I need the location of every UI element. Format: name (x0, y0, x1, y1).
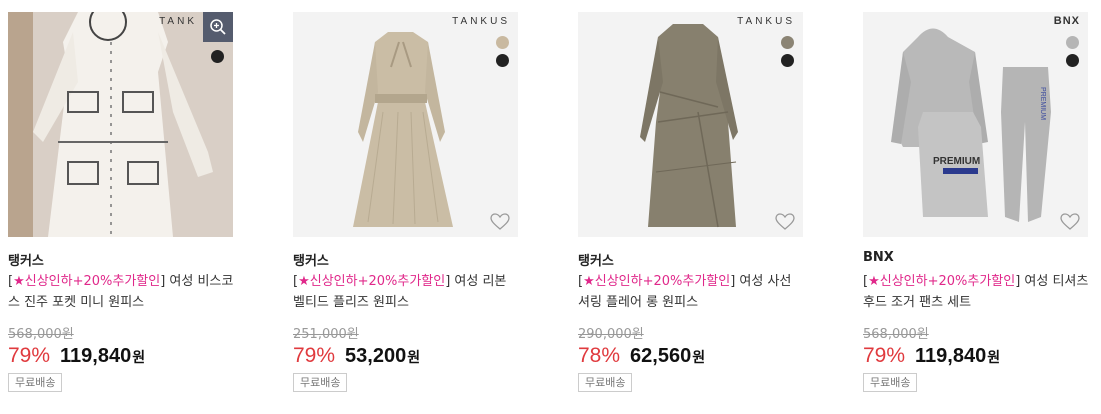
discount-rate: 79% (293, 344, 336, 367)
currency-unit: 원 (407, 350, 421, 366)
product-photo: PREMIUM PREMIUM (863, 12, 1088, 237)
color-swatch-black[interactable] (211, 50, 224, 63)
product-title[interactable]: [★신상인하+20%추가할인] 여성 리본 벨티드 플리즈 원피스 (293, 271, 521, 313)
brand-name[interactable]: 탱커스 (293, 250, 518, 269)
heart-icon[interactable] (1060, 213, 1080, 231)
sale-price: 119,840 (60, 345, 132, 367)
brand-logo: BNX (1053, 15, 1080, 27)
currency-unit: 원 (987, 350, 1001, 366)
product-card[interactable]: TANKUS 탱커스 [★신상인하+20%추가할인] 여성 리본 벨티드 플리즈… (293, 12, 518, 392)
product-title[interactable]: [★신상인하+20%추가할인] 여성 비스코스 진주 포켓 미니 원피스 (8, 271, 236, 313)
promo-tag: ★신상인하+20%추가할인 (583, 274, 731, 289)
product-image[interactable]: TANKUS (293, 12, 518, 237)
heart-icon[interactable] (490, 213, 510, 231)
price-row: 78% 62,560 원 (578, 344, 803, 370)
svg-text:PREMIUM: PREMIUM (933, 156, 980, 167)
free-shipping-badge: 무료배송 (863, 373, 918, 392)
original-price: 251,000원 (293, 327, 359, 342)
product-title[interactable]: [★신상인하+20%추가할인] 여성 티셔츠 후드 조거 팬츠 세트 (863, 271, 1091, 313)
brand-name[interactable]: 탱커스 (8, 250, 233, 269)
discount-rate: 79% (863, 344, 906, 367)
svg-text:PREMIUM: PREMIUM (1039, 87, 1046, 120)
price-row: 79% 119,840 원 (8, 344, 233, 370)
product-image[interactable]: PREMIUM PREMIUM BNX (863, 12, 1088, 237)
brand-logo: TANKUS (737, 16, 795, 27)
heart-icon[interactable] (775, 213, 795, 231)
promo-tag: ★신상인하+20%추가할인 (13, 274, 161, 289)
product-image[interactable]: TANK (8, 12, 233, 237)
color-swatch-black[interactable] (496, 54, 509, 67)
brand-name[interactable]: 탱커스 (578, 250, 803, 269)
color-swatches (1066, 36, 1079, 72)
color-swatch-black[interactable] (1066, 54, 1079, 67)
product-card[interactable]: TANK 탱커스 [★신상인하+20%추가할인] 여성 비스코스 진주 포켓 미… (8, 12, 233, 392)
currency-unit: 원 (692, 350, 706, 366)
color-swatches (781, 36, 794, 72)
discount-rate: 79% (8, 344, 51, 367)
zoom-icon[interactable] (203, 12, 233, 42)
sale-price: 119,840 (915, 345, 987, 367)
original-price: 568,000원 (8, 327, 74, 342)
free-shipping-badge: 무료배송 (293, 373, 348, 392)
product-photo (578, 12, 803, 237)
sale-price: 53,200 (345, 345, 407, 367)
free-shipping-badge: 무료배송 (578, 373, 633, 392)
product-photo (8, 12, 233, 237)
price-row: 79% 53,200 원 (293, 344, 518, 370)
brand-logo: TANKUS (452, 16, 510, 27)
sale-price: 62,560 (630, 345, 692, 367)
color-swatch-grey[interactable] (1066, 36, 1079, 49)
color-swatch-khaki[interactable] (781, 36, 794, 49)
product-card[interactable]: TANKUS 탱커스 [★신상인하+20%추가할인] 여성 사선 셔링 플레어 … (578, 12, 803, 392)
product-title[interactable]: [★신상인하+20%추가할인] 여성 사선 셔링 플레어 롱 원피스 (578, 271, 806, 313)
product-card[interactable]: PREMIUM PREMIUM BNX BNX [★신상인하+20%추가할인] … (863, 12, 1088, 392)
product-photo (293, 12, 518, 237)
brand-logo: TANK (159, 16, 197, 27)
currency-unit: 원 (132, 350, 146, 366)
free-shipping-badge: 무료배송 (8, 373, 63, 392)
color-swatch-black[interactable] (781, 54, 794, 67)
color-swatches (496, 36, 509, 72)
color-swatches (211, 50, 224, 68)
color-swatch-beige[interactable] (496, 36, 509, 49)
promo-tag: ★신상인하+20%추가할인 (868, 274, 1016, 289)
promo-tag: ★신상인하+20%추가할인 (298, 274, 446, 289)
brand-name[interactable]: BNX (863, 250, 1088, 268)
discount-rate: 78% (578, 344, 621, 367)
price-row: 79% 119,840 원 (863, 344, 1088, 370)
original-price: 290,000원 (578, 327, 644, 342)
original-price: 568,000원 (863, 327, 929, 342)
product-image[interactable]: TANKUS (578, 12, 803, 237)
